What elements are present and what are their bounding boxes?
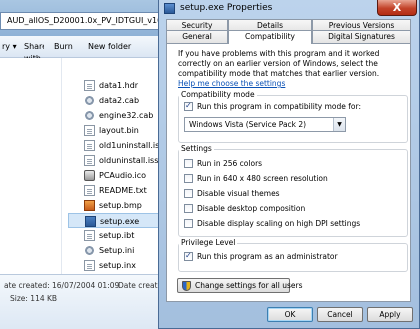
explorer-title-bar: AUD_allOS_D20001.0x_PV_IDTGUI_v105 xyxy=(0,0,172,36)
help-link[interactable]: Help me choose the settings xyxy=(178,79,285,89)
settings-file-icon xyxy=(84,245,95,256)
ok-button[interactable]: OK xyxy=(267,307,313,322)
setting-desktop-composition-checkbox[interactable] xyxy=(184,204,193,213)
file-item[interactable]: setup.ibt xyxy=(68,228,164,243)
setting-dpi-scaling-checkbox[interactable] xyxy=(184,219,193,228)
burn-button[interactable]: Burn xyxy=(54,41,73,53)
file-item[interactable]: layout.bin xyxy=(68,123,164,138)
address-bar[interactable]: AUD_allOS_D20001.0x_PV_IDTGUI_v105 xyxy=(0,12,164,30)
pc-audio-icon xyxy=(84,170,95,181)
run-as-admin-label: Run this program as an administrator xyxy=(197,252,338,261)
setting-640x480-checkbox[interactable] xyxy=(184,174,193,183)
dialog-title-bar[interactable]: setup.exe Properties X xyxy=(159,0,420,18)
file-item[interactable]: Setup.ini xyxy=(68,243,164,258)
compatibility-mode-label: Compatibility mode xyxy=(179,90,257,99)
run-as-admin-checkbox[interactable] xyxy=(184,251,193,261)
change-settings-all-users-button[interactable]: Change settings for all users xyxy=(177,278,303,293)
document-icon xyxy=(84,230,95,241)
explorer-window: AUD_allOS_D20001.0x_PV_IDTGUI_v105 ry ▾ … xyxy=(0,0,193,329)
setting-visual-themes-row[interactable]: Disable visual themes xyxy=(184,189,394,200)
apply-button[interactable]: Apply xyxy=(367,307,413,322)
setting-desktop-composition-label: Disable desktop composition xyxy=(197,204,306,213)
privilege-level-label: Privilege Level xyxy=(179,238,238,247)
dialog-title: setup.exe Properties xyxy=(180,3,273,13)
document-icon xyxy=(84,260,95,271)
explorer-toolbar: ry ▾ Share with ▾ Burn New folder xyxy=(0,36,172,75)
date-created-text: ate created: 16/07/2004 01:09 xyxy=(4,281,120,290)
organize-menu[interactable]: ry ▾ xyxy=(2,41,17,53)
os-version-value: Windows Vista (Service Pack 2) xyxy=(189,120,307,129)
document-icon xyxy=(84,125,95,136)
close-button[interactable]: X xyxy=(377,0,417,16)
document-icon xyxy=(84,155,95,166)
new-folder-button[interactable]: New folder xyxy=(88,41,131,53)
cancel-button[interactable]: Cancel xyxy=(317,307,363,322)
file-item[interactable]: PCAudio.ico xyxy=(68,168,164,183)
run-as-admin-row[interactable]: Run this program as an administrator xyxy=(184,251,394,263)
compatibility-mode-checkbox[interactable] xyxy=(184,101,193,111)
change-settings-all-users-label: Change settings for all users xyxy=(195,281,303,290)
uac-shield-icon xyxy=(182,281,191,291)
setting-256-colors-label: Run in 256 colors xyxy=(197,159,263,168)
file-list: data1.hdr data2.cab engine32.cab layout.… xyxy=(68,58,164,274)
setting-visual-themes-checkbox[interactable] xyxy=(184,189,193,198)
tab-general[interactable]: General xyxy=(166,30,228,43)
file-item[interactable]: data1.hdr xyxy=(68,78,164,93)
file-item[interactable]: README.txt xyxy=(68,183,164,198)
bitmap-icon xyxy=(84,200,95,211)
cabinet-icon xyxy=(84,110,95,121)
document-icon xyxy=(84,140,95,151)
cabinet-icon xyxy=(84,95,95,106)
compatibility-mode-checkbox-label: Run this program in compatibility mode f… xyxy=(197,102,361,111)
setting-640x480-row[interactable]: Run in 640 x 480 screen resolution xyxy=(184,174,394,185)
document-icon xyxy=(84,80,95,91)
setting-desktop-composition-row[interactable]: Disable desktop composition xyxy=(184,204,394,215)
intro-text: If you have problems with this program a… xyxy=(178,49,380,78)
document-icon xyxy=(84,185,95,196)
settings-label: Settings xyxy=(179,144,214,153)
file-item-selected[interactable]: setup.exe xyxy=(68,213,164,228)
file-item[interactable]: setup.bmp xyxy=(68,198,164,213)
compatibility-panel: If you have problems with this program a… xyxy=(166,43,411,302)
setting-256-colors-checkbox[interactable] xyxy=(184,159,193,168)
properties-dialog: setup.exe Properties X Security Details … xyxy=(158,0,420,329)
setting-dpi-scaling-row[interactable]: Disable display scaling on high DPI sett… xyxy=(184,219,394,230)
navigation-pane[interactable] xyxy=(0,58,62,274)
file-size-text: Size: 114 KB xyxy=(10,294,58,303)
application-icon xyxy=(85,216,96,227)
details-pane: ate created: 16/07/2004 01:09 Date creat… xyxy=(0,274,193,329)
setting-dpi-scaling-label: Disable display scaling on high DPI sett… xyxy=(197,219,361,228)
chevron-down-icon[interactable]: ▼ xyxy=(333,118,345,131)
application-icon xyxy=(164,3,175,14)
file-item[interactable]: old1uninstall.iss xyxy=(68,138,164,153)
os-version-select[interactable]: Windows Vista (Service Pack 2) ▼ xyxy=(184,117,346,132)
setting-256-colors-row[interactable]: Run in 256 colors xyxy=(184,159,394,170)
file-item[interactable]: olduninstall.iss xyxy=(68,153,164,168)
file-item[interactable]: data2.cab xyxy=(68,93,164,108)
tab-digital-signatures[interactable]: Digital Signatures xyxy=(312,30,411,43)
file-item[interactable]: setup.inx xyxy=(68,258,164,273)
setting-visual-themes-label: Disable visual themes xyxy=(197,189,280,198)
tab-compatibility[interactable]: Compatibility xyxy=(228,30,312,44)
compatibility-mode-checkbox-row[interactable]: Run this program in compatibility mode f… xyxy=(184,101,394,113)
file-item[interactable]: engine32.cab xyxy=(68,108,164,123)
setting-640x480-label: Run in 640 x 480 screen resolution xyxy=(197,174,328,183)
